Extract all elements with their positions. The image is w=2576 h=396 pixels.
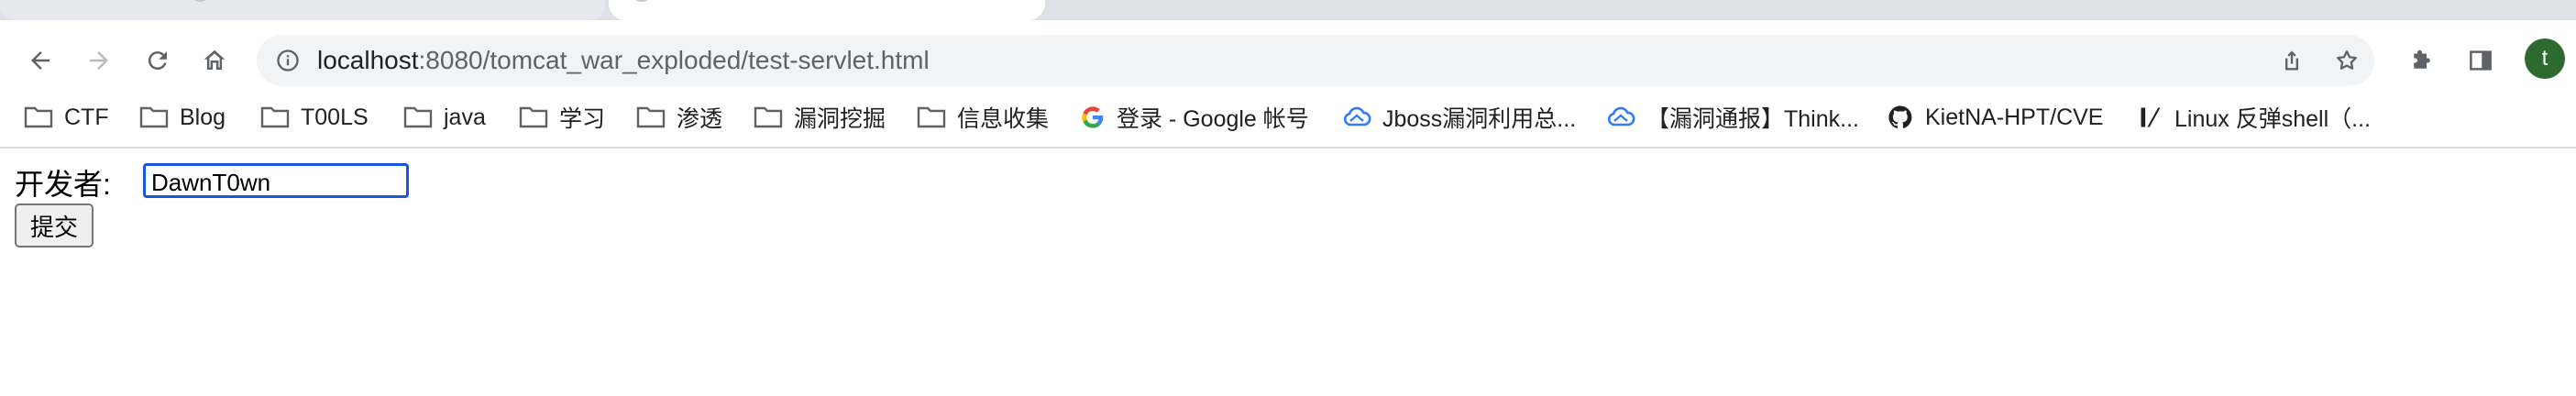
puzzle-icon (2414, 50, 2430, 69)
bookmark-item[interactable]: 【漏洞通报】Think... (1606, 97, 1859, 138)
bookmark-item[interactable]: 学习 (519, 97, 605, 138)
developer-input[interactable]: DawnT0wn (143, 163, 409, 198)
folder-icon (754, 106, 783, 128)
folder-icon (917, 106, 946, 128)
side-panel-button[interactable] (2459, 38, 2503, 82)
bookmark-label: T00LS (301, 104, 369, 130)
bookmarks-bar: CTF Blog T00LS java 学习 渗透 漏洞挖掘 信息收集 登录 -… (0, 90, 2576, 148)
back-button[interactable] (18, 38, 62, 82)
forward-button[interactable] (77, 38, 121, 82)
tab-active[interactable] (609, 0, 1045, 20)
github-icon (1888, 105, 1912, 128)
info-icon[interactable] (273, 46, 303, 75)
bookmark-label: 信息收集 (957, 106, 1050, 132)
bookmark-label: Jboss漏洞利用总... (1382, 106, 1577, 132)
forward-arrow-icon (90, 51, 108, 70)
side-panel-icon (2470, 50, 2492, 71)
bookmark-star-icon[interactable] (2332, 46, 2361, 75)
bookmark-label: 渗透 (677, 106, 723, 132)
bookmark-item[interactable]: Blog (139, 97, 226, 138)
reload-icon (148, 51, 167, 71)
folder-icon (519, 106, 548, 128)
bookmark-label: 漏洞挖掘 (794, 106, 886, 132)
bookmark-item[interactable]: 渗透 (636, 97, 722, 138)
bookmark-label: KietNA-HPT/CVE (1925, 104, 2104, 130)
bookmark-item[interactable]: 漏洞挖掘 (754, 97, 886, 138)
bookmark-item[interactable]: CTF (24, 97, 109, 138)
bookmark-label: 【漏洞通报】Think... (1646, 106, 1859, 132)
tab-strip (0, 0, 2576, 20)
bookmark-item[interactable]: KietNA-HPT/CVE (1887, 97, 2103, 138)
tab-favicon-icon (189, 0, 211, 2)
profile-avatar[interactable]: t (2525, 38, 2565, 79)
home-icon (204, 50, 226, 70)
reload-button[interactable] (136, 38, 180, 82)
tab-inactive[interactable] (1049, 0, 2576, 20)
submit-button[interactable]: 提交 (15, 204, 94, 248)
bookmark-item[interactable]: java (403, 97, 486, 138)
url-path: :8080/tomcat_war_exploded/test-servlet.h… (418, 46, 930, 74)
folder-icon (403, 106, 433, 128)
folder-icon (139, 106, 169, 128)
developer-label: 开发者: (15, 168, 111, 201)
bookmark-label: CTF (64, 104, 109, 130)
cloud-icon (1343, 106, 1371, 126)
address-bar[interactable]: localhost:8080/tomcat_war_exploded/test-… (257, 35, 2374, 86)
share-icon[interactable] (2277, 46, 2306, 75)
back-arrow-icon (31, 51, 50, 70)
page-content: 开发者: DawnT0wn 提交 (0, 148, 2576, 396)
url-text[interactable]: localhost:8080/tomcat_war_exploded/test-… (317, 46, 930, 75)
slash-icon (2141, 107, 2161, 127)
google-icon (1082, 106, 1104, 128)
folder-icon (260, 106, 290, 128)
cloud-icon (1607, 106, 1635, 126)
tab-favicon-icon (631, 0, 653, 2)
bookmark-item[interactable]: Linux 反弹shell（... (2138, 97, 2371, 138)
bookmark-label: 登录 - Google 帐号 (1117, 106, 1309, 132)
url-host: localhost (317, 46, 419, 74)
bookmark-label: 学习 (559, 106, 606, 132)
bookmark-label: Linux 反弹shell（... (2174, 106, 2371, 132)
extensions-button[interactable] (2400, 38, 2444, 82)
bookmark-item[interactable]: Jboss漏洞利用总... (1342, 97, 1576, 138)
folder-icon (24, 106, 53, 128)
bookmark-label: java (444, 104, 486, 130)
home-button[interactable] (193, 38, 237, 82)
bookmark-item[interactable]: 登录 - Google 帐号 (1080, 97, 1309, 138)
bookmark-item[interactable]: 信息收集 (917, 97, 1049, 138)
bookmark-item[interactable]: T00LS (260, 97, 369, 138)
bookmark-label: Blog (180, 104, 226, 130)
tab-inactive[interactable] (0, 0, 605, 20)
folder-icon (636, 106, 666, 128)
